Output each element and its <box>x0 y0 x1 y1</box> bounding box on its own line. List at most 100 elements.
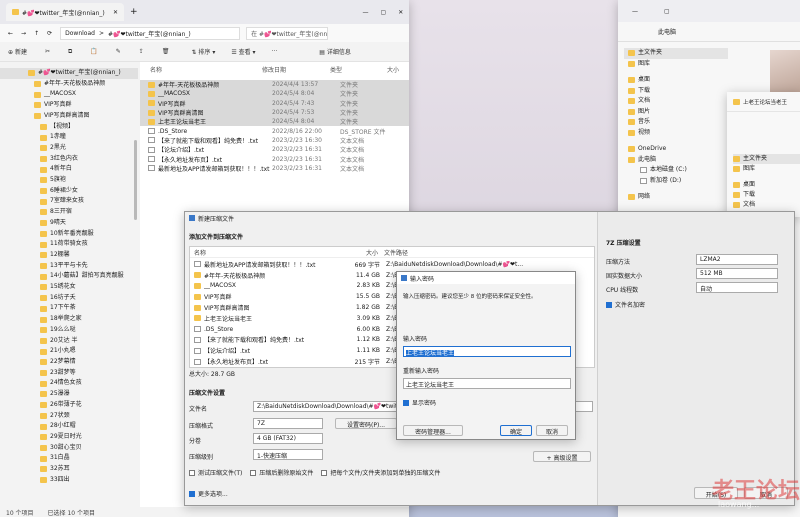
set-password-button[interactable]: 设置密码(P)... <box>335 418 397 429</box>
tree-item[interactable]: 25瀑瀑 <box>0 389 138 400</box>
tree-item[interactable]: 28小红帽 <box>0 421 138 432</box>
nav-item[interactable]: 主文件夹 <box>624 48 728 59</box>
dict-select[interactable]: 512 MB <box>696 268 778 279</box>
nav-item[interactable]: 此电脑 <box>624 155 728 166</box>
tree-item[interactable]: 26带薄子花 <box>0 400 138 411</box>
col-size[interactable]: 大小 <box>387 65 399 74</box>
minimize-button[interactable]: — <box>363 9 369 16</box>
tree-item[interactable]: 29夏日时光 <box>0 432 138 443</box>
more-icon[interactable]: ··· <box>272 48 278 55</box>
tree-item[interactable]: VIP写真群 <box>0 100 138 111</box>
tree-scrollbar[interactable] <box>134 140 137 220</box>
col-size[interactable]: 大小 <box>360 248 378 257</box>
table-row[interactable]: 最新地址及APP请发邮箱到获取！！！.txt 669 字节 Z:\BaiduNetd… <box>190 259 594 270</box>
maximize-button[interactable]: ▢ <box>664 8 670 15</box>
show-password-checkbox[interactable] <box>403 399 409 406</box>
nav-item[interactable]: 下载 <box>733 190 800 200</box>
tab-active[interactable]: #💕❤twitter_年宝(@nnian_) ✕ <box>6 3 124 21</box>
back-icon[interactable]: ← <box>8 30 13 37</box>
copy-icon[interactable]: ⧉ <box>68 48 72 56</box>
format-select[interactable]: 7Z <box>253 418 323 429</box>
cancel-button[interactable]: 取消 <box>536 425 568 436</box>
nav-item[interactable]: 音乐 <box>624 117 728 128</box>
file-row[interactable]: .DS_Store 2022/8/16 22:00 DS_STORE 文件 <box>140 126 409 136</box>
tree-item[interactable]: 10新年番亮靓服 <box>0 229 138 240</box>
tree-item[interactable]: #💕❤twitter_年宝(@nnian_) <box>0 68 138 79</box>
col-path[interactable]: 文件路径 <box>378 248 408 257</box>
new-tab-button[interactable]: + <box>130 7 138 17</box>
nav-item[interactable]: 新加卷 (D:) <box>624 176 728 187</box>
volume-select[interactable]: 4 GB (FAT32) <box>253 433 323 444</box>
delete-icon[interactable]: 🗑 <box>162 48 170 55</box>
file-row[interactable]: __MACOSX 2024/5/4 8:04 文件夹 <box>140 89 409 99</box>
nav-item[interactable]: OneDrive <box>624 144 728 155</box>
tree-item[interactable]: 8三开宿 <box>0 207 138 218</box>
tree-item[interactable]: 15绣花女 <box>0 282 138 293</box>
file-row[interactable]: 最新地址及APP请发邮箱到获取！！！.txt 2023/2/23 16:31 文本文… <box>140 164 409 173</box>
more-options-checkbox[interactable] <box>189 490 195 497</box>
separate-checkbox[interactable] <box>321 469 328 476</box>
tree-item[interactable]: 9晴天 <box>0 218 138 229</box>
breadcrumb-current[interactable]: #💕❤twitter_年宝(@nnian_) <box>108 29 191 38</box>
nav-item[interactable]: 下载 <box>624 86 728 97</box>
file-row[interactable]: 【永久地址发布页】.txt 2023/2/23 16:31 文本文档 <box>140 154 409 164</box>
col-name[interactable]: 名称 <box>190 248 360 257</box>
repeat-password-input[interactable]: 上老王论坛当老王 <box>403 378 571 389</box>
tree-item[interactable]: 【视频】 <box>0 122 138 133</box>
sort-button[interactable]: ⇅ 排序 ▾ <box>191 47 215 56</box>
nav-item[interactable]: 视频 <box>624 128 728 139</box>
test-checkbox[interactable] <box>189 469 195 476</box>
nav-item[interactable]: 图库 <box>624 59 728 70</box>
method-select[interactable]: LZMA2 <box>696 254 778 265</box>
tree-item[interactable]: 23甜梦等 <box>0 368 138 379</box>
tree-item[interactable]: 11荷带骑女孩 <box>0 239 138 250</box>
nav-item[interactable]: 桌面 <box>624 75 728 86</box>
nav-item[interactable]: 文档 <box>733 200 800 210</box>
nav-item[interactable]: 网络 <box>624 192 728 203</box>
file-row[interactable]: #年年-天花板极品神颜 2024/4/4 13:57 文件夹 <box>140 80 409 90</box>
tree-item[interactable]: 1赤瞳 <box>0 132 138 143</box>
tree-item[interactable]: 19么么哒 <box>0 325 138 336</box>
col-type[interactable]: 类型 <box>330 65 387 74</box>
up-icon[interactable]: ↑ <box>34 30 39 37</box>
level-select[interactable]: 1-快速压缩 <box>253 449 323 460</box>
tree-item[interactable]: 31白晶 <box>0 453 138 464</box>
close-window-button[interactable]: ✕ <box>398 9 403 16</box>
tree-item[interactable]: 14小蘑菇】甜拍写真亮靓服 <box>0 271 138 282</box>
nav-item[interactable]: 本地磁盘 (C:) <box>624 165 728 176</box>
address-bar[interactable]: 此电脑 <box>618 22 800 42</box>
nav-item[interactable]: 文档 <box>624 96 728 107</box>
nav-item[interactable]: 图库 <box>733 164 800 174</box>
tree-item[interactable]: 17下午茶 <box>0 303 138 314</box>
tree-item[interactable]: 13平平与卡先 <box>0 261 138 272</box>
tree-item[interactable]: 21小丸嗯 <box>0 346 138 357</box>
tree-item[interactable]: 12棚馨 <box>0 250 138 261</box>
nav-item[interactable]: 图片 <box>624 107 728 118</box>
tree-item[interactable]: 2黑光 <box>0 143 138 154</box>
close-tab-icon[interactable]: ✕ <box>113 9 118 16</box>
password-input[interactable]: 上老王论坛当老王 <box>403 346 571 357</box>
file-row[interactable]: VIP写真群高清图 2024/5/4 7:53 文件夹 <box>140 107 409 118</box>
file-row[interactable]: 【来了就能下载和观看】纯免费！.txt 2023/2/23 16:30 文本文档 <box>140 136 409 145</box>
paste-icon[interactable]: 📋 <box>90 48 97 55</box>
col-date[interactable]: 修改日期 <box>262 65 330 74</box>
tree-item[interactable]: 22梦幕情 <box>0 357 138 368</box>
tree-item[interactable]: 18举爬之家 <box>0 314 138 325</box>
tree-item[interactable]: 16坊子夭 <box>0 293 138 304</box>
share-icon[interactable]: ⇪ <box>139 48 144 55</box>
breadcrumb-download[interactable]: Download <box>65 30 95 37</box>
password-manager-button[interactable]: 密码管理器... <box>403 425 463 436</box>
tree-item[interactable]: 4新年白 <box>0 164 138 175</box>
maximize-button[interactable]: ▢ <box>381 9 387 16</box>
file-row[interactable]: VIP写真群 2024/5/4 7:43 文件夹 <box>140 98 409 108</box>
view-button[interactable]: ☰ 查看 ▾ <box>231 47 255 56</box>
nav-item[interactable]: 桌面 <box>733 180 800 190</box>
tree-item[interactable]: 6睡裙少女 <box>0 186 138 197</box>
tree-item[interactable]: __MACOSX <box>0 89 138 100</box>
tree-item[interactable]: #年年-天花板极品神颜 <box>0 79 138 90</box>
encrypt-names-checkbox[interactable] <box>606 301 612 308</box>
tree-item[interactable]: 33四出 <box>0 475 138 486</box>
tree-item[interactable]: VIP写真群高清图 <box>0 111 138 122</box>
advanced-settings-button[interactable]: + 高级设置 <box>533 451 591 462</box>
refresh-icon[interactable]: ⟳ <box>47 30 52 37</box>
